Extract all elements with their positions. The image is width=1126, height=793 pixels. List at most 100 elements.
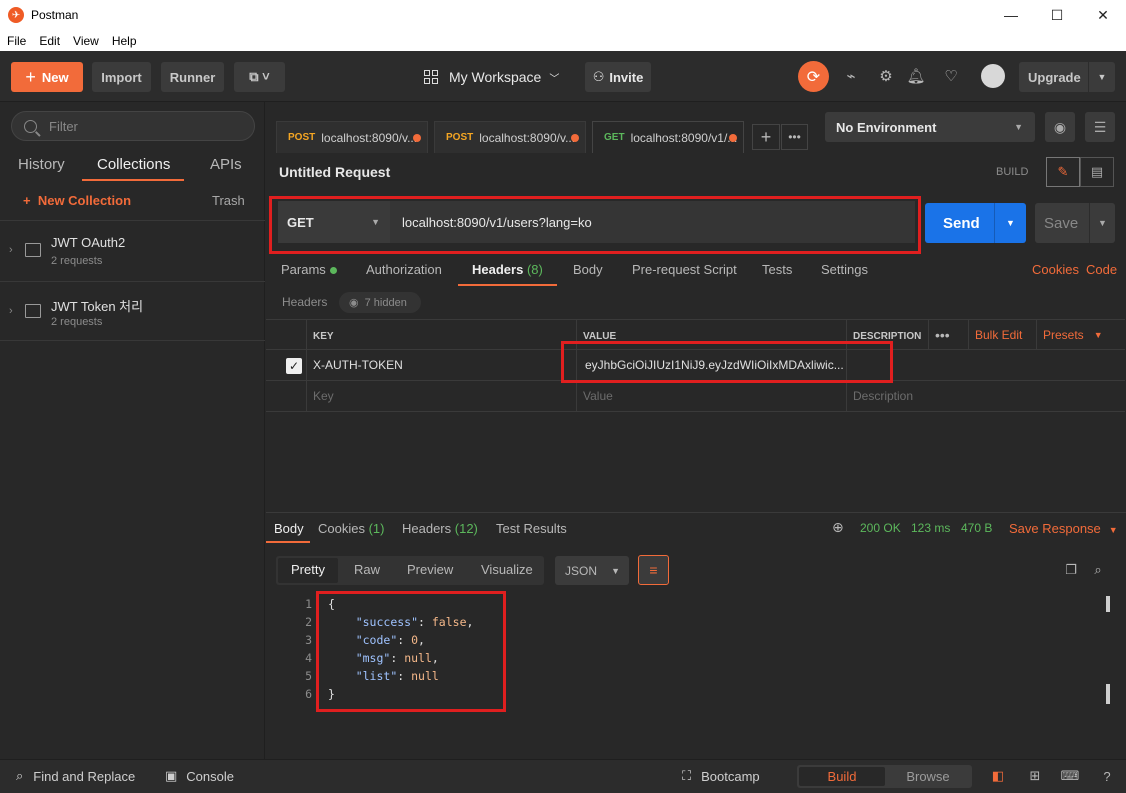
split-view-icon[interactable]: ⊞ <box>1025 766 1045 786</box>
response-tab-cookies[interactable]: Cookies (1) <box>318 521 384 536</box>
language-select[interactable]: JSON ▼ <box>555 556 629 585</box>
edit-pencil-icon[interactable]: ✎ <box>1046 157 1080 187</box>
interceptor-icon[interactable]: ⌁ <box>841 66 861 86</box>
request-tab-active[interactable]: GET localhost:8090/v1/... <box>592 121 744 153</box>
build-label: BUILD <box>996 166 1029 178</box>
format-visualize[interactable]: Visualize <box>481 562 533 577</box>
console-button[interactable]: ▣ Console <box>165 768 234 784</box>
code-link[interactable]: Code <box>1086 262 1117 277</box>
value-placeholder-input[interactable]: Value <box>576 381 846 411</box>
response-size: 470 B <box>961 521 993 535</box>
environment-select[interactable]: No Environment ▼ <box>825 112 1035 142</box>
build-mode-button[interactable]: Build <box>799 767 885 786</box>
tab-apis[interactable]: APIs <box>210 156 242 173</box>
cookies-link[interactable]: Cookies <box>1032 262 1079 277</box>
invite-button[interactable]: ⚇ Invite <box>585 62 651 92</box>
find-replace-button[interactable]: ⌕ Find and Replace <box>16 768 135 784</box>
tab-headers[interactable]: Headers (8) <box>472 262 543 277</box>
format-raw[interactable]: Raw <box>354 562 380 577</box>
add-tab-button[interactable]: + <box>752 124 780 150</box>
tab-tests[interactable]: Tests <box>762 262 792 277</box>
minimize-icon[interactable]: — <box>988 0 1034 30</box>
settings-gear-icon[interactable]: ⚙ <box>876 66 896 86</box>
globe-icon[interactable]: ⊕ <box>832 519 844 536</box>
search-icon[interactable]: ⌕ <box>1088 560 1108 580</box>
request-tab[interactable]: POST localhost:8090/v... <box>276 121 428 153</box>
copy-icon[interactable]: ❐ <box>1061 560 1081 580</box>
import-button[interactable]: Import <box>92 62 151 92</box>
highlight-box-response <box>316 591 506 712</box>
tab-params[interactable]: Params <box>281 262 337 277</box>
active-tab-indicator <box>458 284 557 286</box>
bulk-edit-button[interactable]: Bulk Edit <box>968 320 1036 349</box>
close-icon[interactable]: ✕ <box>1080 0 1126 30</box>
menu-bar: File Edit View Help <box>0 30 1126 51</box>
scrollbar-thumb[interactable] <box>1106 596 1110 612</box>
filter-input[interactable]: Filter <box>11 111 255 141</box>
new-window-button[interactable]: ⧉ ˅ <box>234 62 285 92</box>
new-button[interactable]: + New <box>11 62 83 92</box>
two-pane-layout-icon[interactable]: ◧ <box>988 766 1008 786</box>
wrap-lines-icon[interactable]: ≡ <box>638 555 669 585</box>
highlight-box-token <box>561 341 893 383</box>
comments-icon[interactable]: ▤ <box>1080 157 1114 187</box>
workspace-selector[interactable]: My Workspace ﹀ <box>424 62 559 92</box>
send-dropdown-icon[interactable]: ▼ <box>994 203 1026 243</box>
scrollbar-thumb[interactable] <box>1106 684 1110 704</box>
send-button[interactable]: Send ▼ <box>925 203 1026 243</box>
unsaved-dot <box>729 134 737 142</box>
tab-prerequest-script[interactable]: Pre-request Script <box>632 262 737 277</box>
presets-button[interactable]: Presets ▼ <box>1036 320 1125 349</box>
tab-body[interactable]: Body <box>573 262 603 277</box>
tab-settings[interactable]: Settings <box>821 262 868 277</box>
chevron-right-icon[interactable]: › <box>9 305 13 317</box>
sidebar: Filter History Collections APIs + New Co… <box>0 102 265 759</box>
save-button[interactable]: Save ▼ <box>1035 203 1115 243</box>
tab-collections[interactable]: Collections <box>97 156 170 173</box>
chevron-right-icon[interactable]: › <box>9 244 13 256</box>
console-icon: ▣ <box>165 768 178 783</box>
format-pretty[interactable]: Pretty <box>291 562 325 577</box>
eye-icon[interactable]: ◉ <box>1045 112 1075 142</box>
help-icon[interactable]: ? <box>1097 766 1117 786</box>
upgrade-dropdown-icon[interactable]: ▼ <box>1088 62 1115 92</box>
browse-mode-button[interactable]: Browse <box>887 767 969 786</box>
menu-edit[interactable]: Edit <box>32 34 66 48</box>
menu-help[interactable]: Help <box>105 34 143 48</box>
collection-item[interactable]: › JWT Token 처리 2 requests <box>0 281 265 341</box>
response-tab-test-results[interactable]: Test Results <box>496 521 567 536</box>
key-placeholder-input[interactable]: Key <box>306 381 576 411</box>
collection-item[interactable]: › JWT OAuth2 2 requests <box>0 220 265 280</box>
header-enabled-checkbox[interactable]: ✓ <box>286 358 302 374</box>
response-tab-headers[interactable]: Headers (12) <box>402 521 478 536</box>
menu-file[interactable]: File <box>0 34 32 48</box>
keyboard-shortcuts-icon[interactable]: ⌨ <box>1060 766 1080 786</box>
request-tab[interactable]: POST localhost:8090/v... <box>434 121 586 153</box>
environment-settings-icon[interactable]: ☰ <box>1085 112 1115 142</box>
upgrade-button[interactable]: Upgrade ▼ <box>1019 62 1115 92</box>
format-preview[interactable]: Preview <box>407 562 453 577</box>
more-options-icon[interactable]: ••• <box>928 320 968 349</box>
new-collection-button[interactable]: + New Collection <box>23 193 131 208</box>
hidden-headers-toggle[interactable]: ◉ 7 hidden <box>339 292 421 313</box>
menu-view[interactable]: View <box>66 34 105 48</box>
bootcamp-button[interactable]: ⛶ Bootcamp <box>682 768 760 784</box>
maximize-icon[interactable]: ☐ <box>1034 0 1080 30</box>
tab-history[interactable]: History <box>18 156 65 173</box>
description-placeholder-input[interactable]: Description <box>846 381 1125 411</box>
avatar[interactable] <box>981 64 1005 88</box>
trash-button[interactable]: Trash <box>212 193 245 208</box>
save-response-button[interactable]: Save Response ▼ <box>1009 521 1118 536</box>
chevron-down-icon: ▼ <box>1014 122 1023 132</box>
notification-bell-icon[interactable]: 🔔︎ <box>906 66 926 86</box>
header-key-cell[interactable]: X-AUTH-TOKEN <box>306 350 576 380</box>
save-dropdown-icon[interactable]: ▼ <box>1089 203 1115 243</box>
response-tab-body[interactable]: Body <box>274 521 304 536</box>
sync-icon[interactable]: ⟳ <box>798 61 829 92</box>
more-tabs-button[interactable]: ••• <box>781 124 808 150</box>
table-row-empty: Key Value Description <box>266 381 1125 412</box>
tab-authorization[interactable]: Authorization <box>366 262 442 277</box>
heart-icon[interactable]: ♡ <box>941 66 961 86</box>
runner-button[interactable]: Runner <box>161 62 224 92</box>
chevron-down-icon: ﹀ <box>549 73 560 85</box>
